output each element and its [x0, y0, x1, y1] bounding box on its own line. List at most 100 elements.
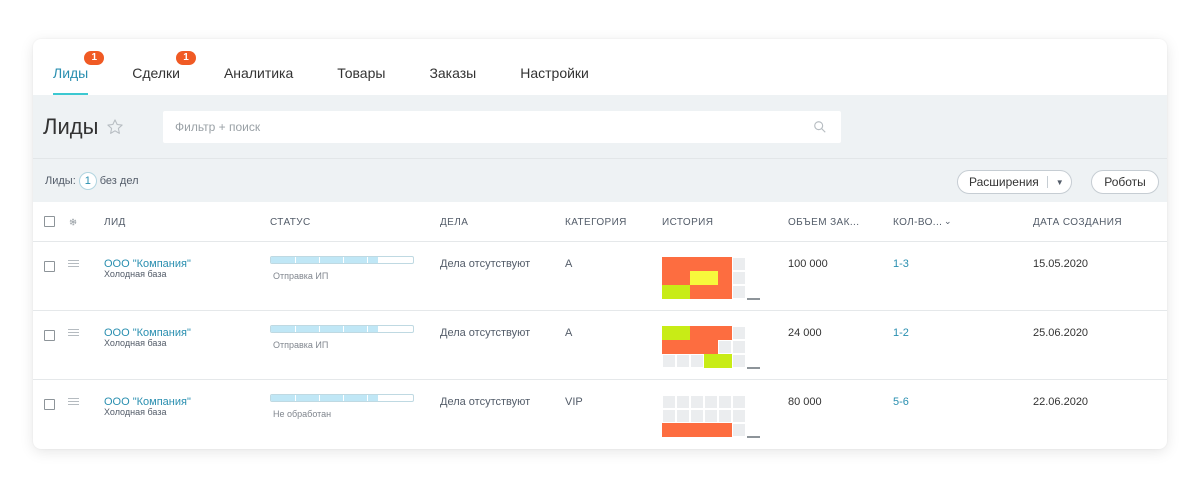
history-cell	[690, 271, 704, 285]
history-cell	[690, 285, 704, 299]
history-cell	[718, 354, 732, 368]
volume-text: 24 000	[788, 327, 822, 339]
history-cell	[662, 285, 676, 299]
row-checkbox[interactable]	[44, 261, 55, 272]
history-cell	[676, 395, 690, 409]
history-cell	[704, 326, 718, 340]
status-progress-fill	[271, 257, 378, 263]
history-cell	[732, 409, 746, 423]
status-progress-bar[interactable]	[270, 394, 414, 402]
column-header-qty[interactable]: Кол-во...	[893, 217, 942, 228]
history-cell	[718, 340, 732, 354]
extensions-button[interactable]: Расширения ▼	[957, 170, 1072, 194]
tab-settings[interactable]: Настройки	[520, 65, 589, 95]
tab-label: Сделки	[132, 65, 180, 81]
status-segment-divider	[367, 257, 368, 263]
tab-analytics[interactable]: Аналитика	[224, 65, 293, 95]
tasks-text: Дела отсутствуют	[440, 258, 531, 270]
history-cell	[690, 354, 704, 368]
history-cell	[676, 423, 690, 437]
column-header-volume[interactable]: Объем зак...	[788, 217, 859, 228]
status-segment-divider	[391, 257, 392, 263]
column-header-history[interactable]: История	[662, 217, 713, 228]
tab-label: Аналитика	[223, 65, 294, 81]
gear-icon[interactable]	[67, 216, 79, 228]
column-header-category[interactable]: Категория	[565, 217, 627, 228]
notification-badge: 1	[84, 51, 105, 65]
history-cell	[676, 285, 690, 299]
sort-chevron-icon[interactable]: ⌄	[944, 216, 952, 227]
history-cell	[718, 423, 732, 437]
status-segment-divider	[343, 395, 344, 401]
search-box	[163, 111, 841, 143]
history-cell	[690, 257, 704, 271]
history-baseline	[747, 436, 760, 438]
history-cell	[704, 271, 718, 285]
history-cell	[718, 271, 732, 285]
history-cell	[662, 409, 676, 423]
tab-deals[interactable]: Сделки 1	[132, 51, 196, 95]
created-date: 22.06.2020	[1033, 396, 1089, 408]
history-cell	[732, 354, 746, 368]
chevron-down-icon[interactable]: ▼	[1056, 178, 1064, 187]
table-row[interactable]: ООО "Компания" Холодная база Не обработа…	[33, 380, 1167, 449]
row-checkbox[interactable]	[44, 399, 55, 410]
history-cell	[704, 354, 718, 368]
tab-label: Лиды	[53, 65, 89, 81]
table-row[interactable]: ООО "Компания" Холодная база Отправка ИП…	[33, 311, 1167, 380]
status-segment-divider	[343, 257, 344, 263]
counter-prefix: Лиды:	[45, 174, 76, 187]
history-cell	[662, 271, 676, 285]
star-icon[interactable]	[106, 118, 124, 136]
tab-label: Настройки	[520, 65, 589, 81]
search-input[interactable]	[163, 120, 783, 134]
history-cell	[732, 271, 746, 285]
history-cell	[690, 423, 704, 437]
counter-suffix: без дел	[99, 174, 139, 187]
qty-link[interactable]: 5-6	[893, 396, 909, 408]
history-cell	[704, 409, 718, 423]
notification-badge: 1	[175, 51, 196, 65]
history-cell	[662, 395, 676, 409]
history-cell	[732, 395, 746, 409]
column-header-tasks[interactable]: Дела	[440, 217, 468, 228]
table-row[interactable]: ООО "Компания" Холодная база Отправка ИП…	[33, 242, 1167, 311]
history-cell	[704, 395, 718, 409]
select-all-checkbox[interactable]	[44, 216, 55, 227]
status-segment-divider	[343, 326, 344, 332]
menu-icon[interactable]	[68, 398, 79, 406]
column-header-created[interactable]: Дата создания	[1033, 217, 1122, 228]
history-baseline	[747, 367, 760, 369]
menu-icon[interactable]	[68, 329, 79, 337]
lead-source: Холодная база	[104, 338, 167, 348]
tab-orders[interactable]: Заказы	[429, 65, 476, 95]
page-title: Лиды	[43, 113, 99, 139]
counter-count[interactable]: 1	[78, 171, 97, 190]
history-cell	[676, 271, 690, 285]
status-segment-divider	[367, 326, 368, 332]
column-header-status[interactable]: Статус	[270, 217, 311, 228]
tab-label: Заказы	[429, 65, 477, 81]
tab-products[interactable]: Товары	[337, 65, 385, 95]
tab-bar: Лиды 1 Сделки 1 Аналитика Товары Заказы …	[33, 39, 1167, 95]
status-progress-bar[interactable]	[270, 325, 414, 333]
history-cell	[690, 409, 704, 423]
history-baseline	[747, 298, 760, 300]
robots-button[interactable]: Роботы	[1091, 170, 1159, 194]
menu-icon[interactable]	[68, 260, 79, 268]
qty-link[interactable]: 1-3	[893, 258, 909, 270]
tab-leads[interactable]: Лиды 1	[53, 51, 105, 95]
search-icon[interactable]	[813, 120, 827, 134]
status-segment-divider	[319, 326, 320, 332]
category-text: A	[565, 327, 573, 339]
status-progress-bar[interactable]	[270, 256, 414, 264]
row-checkbox[interactable]	[44, 330, 55, 341]
counter-bar: Лиды: 1 без дел Расширения ▼ Роботы	[33, 158, 1167, 202]
qty-link[interactable]: 1-2	[893, 327, 909, 339]
status-segment-divider	[295, 395, 296, 401]
status-segment-divider	[367, 395, 368, 401]
history-cell	[732, 340, 746, 354]
history-cell	[676, 326, 690, 340]
history-cell	[718, 326, 732, 340]
column-header-lead[interactable]: Лид	[104, 217, 126, 228]
